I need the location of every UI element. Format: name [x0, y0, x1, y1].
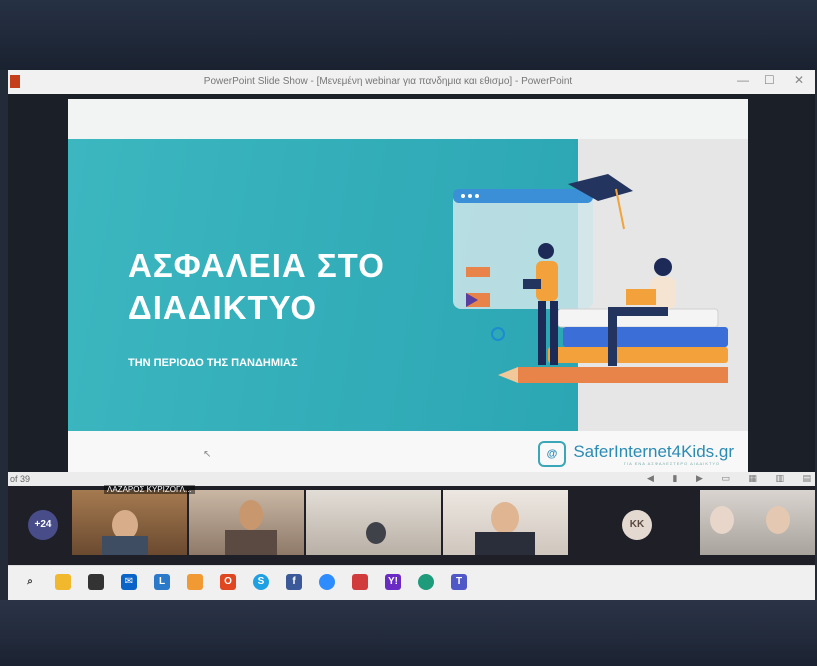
normal-view-icon[interactable]: ▭ [721, 473, 730, 483]
students-illustration [453, 174, 728, 383]
participant-tile[interactable] [700, 490, 815, 555]
slide-title-line-2: ΔΙΑΔΙΚΤΥΟ [128, 289, 318, 326]
brand-name: SaferInternet4Kids.gr [573, 442, 734, 461]
participant-tile[interactable] [443, 490, 568, 555]
grid-view-icon[interactable]: ▦ [748, 473, 757, 483]
brand-tagline: ΓΙΑ ΕΝΑ ΑΣΦΑΛΕΣΤΕΡΟ ΔΙΑΔΙΚΤΥΟ [623, 461, 720, 466]
file-explorer-icon[interactable] [55, 574, 71, 590]
app-icon[interactable] [352, 574, 368, 590]
slide-title-line-1: ΑΣΦΑΛΕΙΑ ΣΤΟ [128, 247, 385, 284]
teams-icon[interactable]: T [451, 574, 467, 590]
participant-tile[interactable] [306, 490, 441, 555]
windows-taskbar: ⌕ ✉ L O S f Y! T [8, 565, 815, 601]
more-participants-badge[interactable]: +24 [28, 510, 58, 540]
monitor-bezel-bottom [0, 600, 817, 666]
participant-tile[interactable] [72, 490, 187, 555]
yahoo-icon[interactable]: Y! [385, 574, 401, 590]
mail-icon[interactable]: ✉ [121, 574, 137, 590]
linkedin-icon[interactable]: L [154, 574, 170, 590]
mouse-cursor-icon: ↖ [203, 449, 212, 460]
slide-sorter-icon[interactable]: ▮ [672, 473, 677, 483]
search-icon[interactable]: ⌕ [22, 574, 38, 590]
store-icon[interactable] [88, 574, 104, 590]
edge-icon[interactable] [418, 574, 434, 590]
video-participants-strip: +24 KK [8, 486, 815, 565]
office-icon[interactable]: O [220, 574, 236, 590]
next-slide-icon[interactable]: ▶ [696, 473, 703, 483]
participant-avatar[interactable]: KK [622, 510, 652, 540]
monitor-bezel-left [0, 70, 8, 600]
slide-top-band [68, 99, 748, 139]
paint-icon[interactable] [187, 574, 203, 590]
slide-show-area: ΑΣΦΑΛΕΙΑ ΣΤΟ ΔΙΑΔΙΚΤΥΟ ΤΗΝ ΠΕΡΙΟΔΟ ΤΗΣ Π… [8, 94, 815, 472]
minimize-button[interactable]: — [737, 73, 749, 87]
slide-counter: of 39 [10, 474, 31, 484]
participant-name-label: ΛΑΖΑΡΟΣ ΚΥΡΙΖΟΓΛ... [104, 485, 195, 494]
brand-logo-icon: @ [538, 441, 566, 467]
participant-tile[interactable] [189, 490, 304, 555]
close-button[interactable]: ✕ [794, 73, 804, 87]
facebook-icon[interactable]: f [286, 574, 302, 590]
window-titlebar: PowerPoint Slide Show - [Μενεμένη webina… [8, 70, 815, 95]
zoom-icon[interactable] [319, 574, 335, 590]
slideshow-view-icon[interactable]: ▤ [802, 473, 811, 483]
slide[interactable]: ΑΣΦΑΛΕΙΑ ΣΤΟ ΔΙΑΔΙΚΤΥΟ ΤΗΝ ΠΕΡΙΟΔΟ ΤΗΣ Π… [68, 99, 748, 472]
slide-subtitle: ΤΗΝ ΠΕΡΙΟΔΟ ΤΗΣ ΠΑΝΔΗΜΙΑΣ [128, 357, 298, 369]
skype-icon[interactable]: S [253, 574, 269, 590]
window-title: PowerPoint Slide Show - [Μενεμένη webina… [203, 76, 573, 87]
previous-slide-icon[interactable]: ◀ [647, 473, 654, 483]
reading-view-icon[interactable]: ▥ [775, 473, 784, 483]
screen: PowerPoint Slide Show - [Μενεμένη webina… [8, 70, 815, 601]
maximize-button[interactable]: ☐ [764, 73, 775, 87]
monitor-bezel-top [0, 0, 817, 70]
